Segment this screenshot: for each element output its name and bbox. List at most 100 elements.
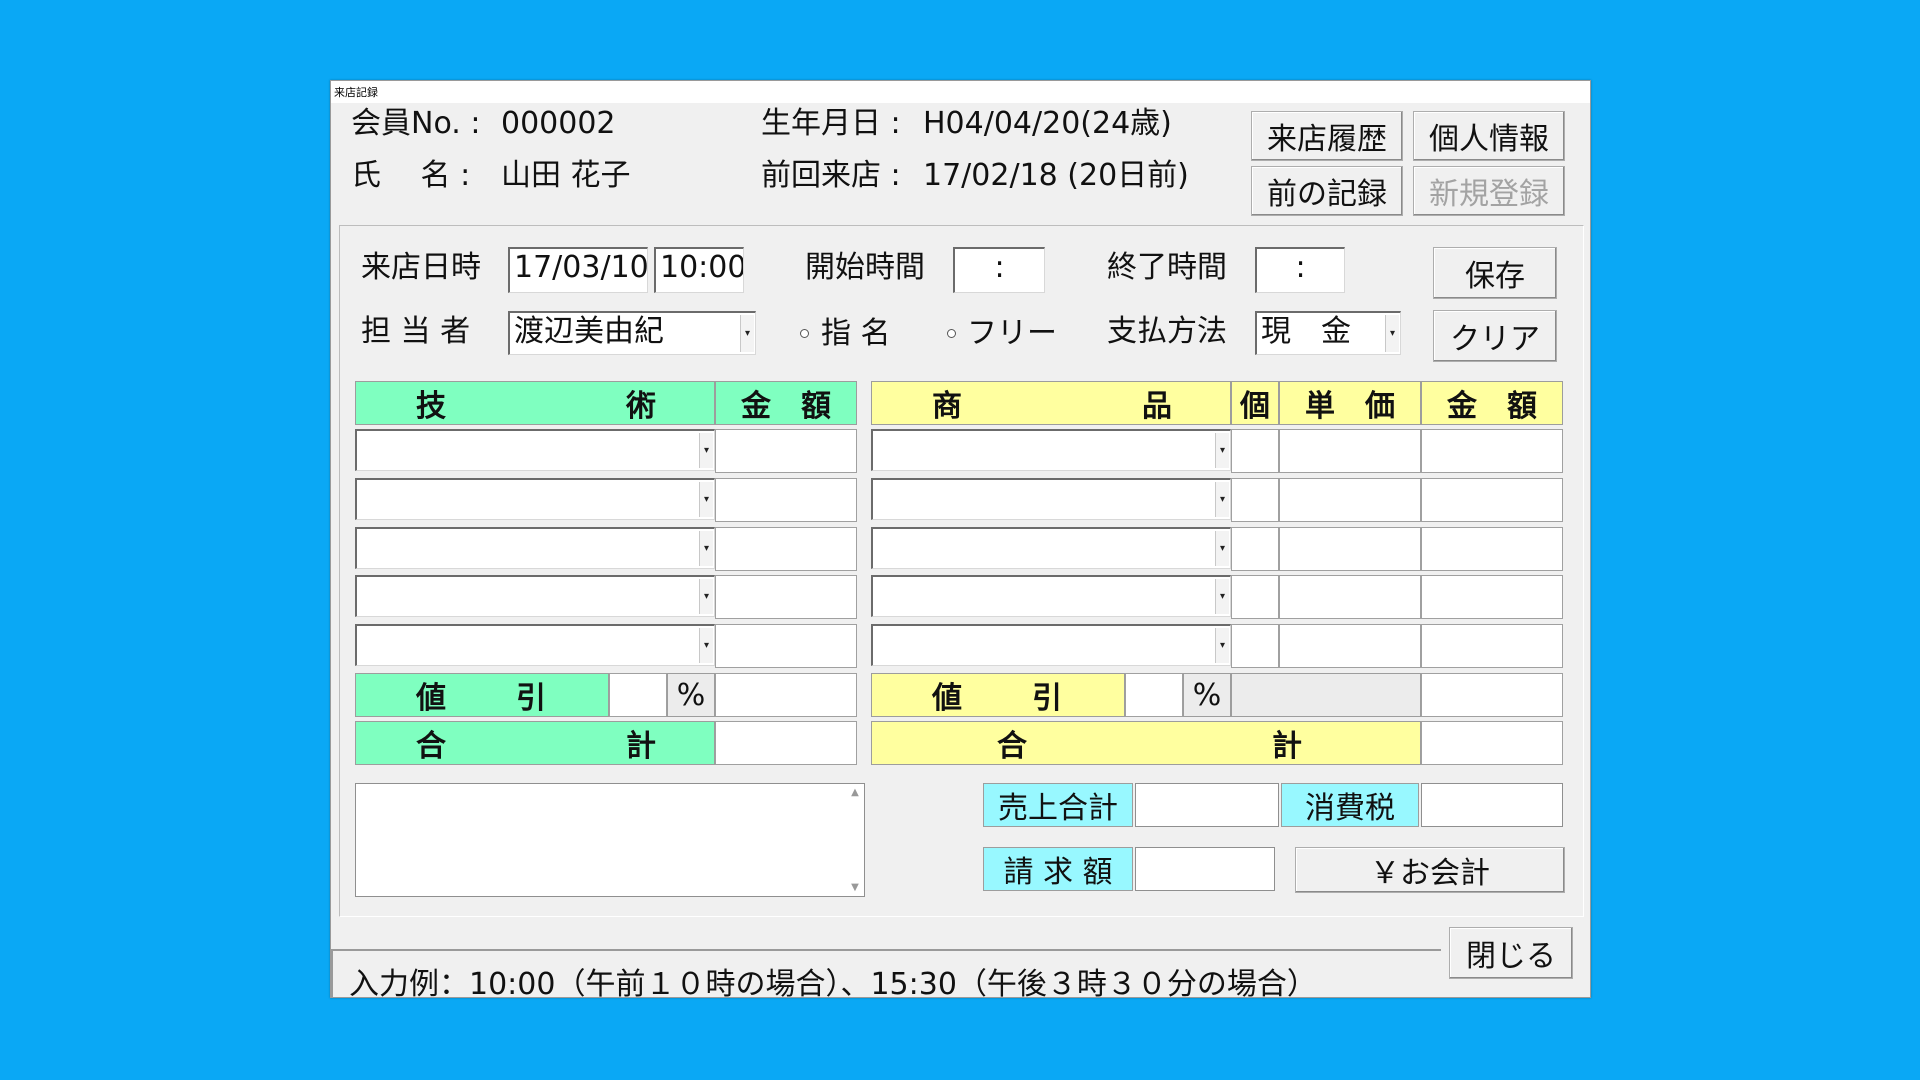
- product-total-label: 合 計: [871, 721, 1421, 765]
- product-header: 商 品: [871, 381, 1231, 425]
- dropdown-arrow-icon[interactable]: ▾: [1215, 628, 1229, 663]
- member-no-value: 000002: [501, 106, 616, 141]
- unit-price-field[interactable]: [1279, 624, 1421, 668]
- close-button[interactable]: 閉じる: [1449, 927, 1573, 979]
- product-discount-amount-field[interactable]: [1421, 673, 1563, 717]
- unit-price-field[interactable]: [1279, 478, 1421, 522]
- tech-amount-field[interactable]: [715, 575, 857, 619]
- tech-amount-field[interactable]: [715, 478, 857, 522]
- tech-discount-amount-field[interactable]: [715, 673, 857, 717]
- tech-combo[interactable]: ▾: [355, 429, 715, 471]
- product-combo[interactable]: ▾: [871, 527, 1231, 569]
- visit-record-window: 来店記録 会員No. : 000002 氏 名 : 山田 花子 生年月日 : H…: [330, 80, 1591, 1002]
- product-discount-label: 値 引: [871, 673, 1125, 717]
- dropdown-arrow-icon[interactable]: ▾: [1215, 531, 1229, 566]
- visit-date-field[interactable]: 17/03/10: [508, 247, 648, 293]
- member-no-label: 会員No. :: [351, 106, 481, 141]
- scroll-up-icon[interactable]: ▲: [851, 787, 859, 798]
- product-combo[interactable]: ▾: [871, 575, 1231, 617]
- product-discount-a: 値: [932, 681, 962, 716]
- payment-method-value: 現 金: [1261, 314, 1351, 349]
- tech-amount-field[interactable]: [715, 527, 857, 571]
- unit-price-field[interactable]: [1279, 527, 1421, 571]
- sales-total-field[interactable]: [1135, 783, 1279, 827]
- tech-discount-b: 引: [516, 681, 546, 716]
- visit-datetime-label: 来店日時: [361, 250, 481, 285]
- product-amount-field[interactable]: [1421, 429, 1563, 473]
- tech-combo[interactable]: ▾: [355, 575, 715, 617]
- dropdown-arrow-icon[interactable]: ▾: [1385, 315, 1399, 352]
- last-visit-label: 前回来店 :: [761, 158, 901, 193]
- product-total-a: 合: [997, 729, 1027, 764]
- product-combo[interactable]: ▾: [871, 478, 1231, 520]
- personal-info-button[interactable]: 個人情報: [1413, 111, 1565, 161]
- qty-field[interactable]: [1231, 429, 1279, 473]
- product-combo[interactable]: ▾: [871, 624, 1231, 666]
- tech-amount-field[interactable]: [715, 624, 857, 668]
- unit-price-field[interactable]: [1279, 575, 1421, 619]
- name-label: 氏 名 :: [351, 158, 471, 193]
- end-time-field[interactable]: :: [1255, 247, 1345, 293]
- product-amount-field[interactable]: [1421, 478, 1563, 522]
- new-register-button[interactable]: 新規登録: [1413, 166, 1565, 216]
- end-time-label: 終了時間: [1107, 250, 1227, 285]
- dropdown-arrow-icon[interactable]: ▾: [699, 579, 713, 614]
- start-time-field[interactable]: :: [953, 247, 1045, 293]
- qty-field[interactable]: [1231, 527, 1279, 571]
- tax-field[interactable]: [1421, 783, 1563, 827]
- memo-textarea[interactable]: ▲ ▼: [355, 783, 865, 897]
- product-discount-percent-field[interactable]: [1125, 673, 1183, 717]
- scroll-down-icon[interactable]: ▼: [851, 882, 859, 893]
- tech-total-b: 計: [626, 729, 656, 764]
- qty-field[interactable]: [1231, 575, 1279, 619]
- tech-percent-sign: %: [667, 673, 715, 717]
- dropdown-arrow-icon[interactable]: ▾: [740, 315, 754, 352]
- tech-header: 技 術: [355, 381, 715, 425]
- designated-radio[interactable]: [800, 329, 809, 338]
- save-button[interactable]: 保存: [1433, 247, 1557, 299]
- birth-label: 生年月日 :: [761, 106, 901, 141]
- dropdown-arrow-icon[interactable]: ▾: [699, 482, 713, 517]
- unit-price-field[interactable]: [1279, 429, 1421, 473]
- staff-combo[interactable]: 渡辺美由紀 ▾: [508, 311, 756, 355]
- dropdown-arrow-icon[interactable]: ▾: [1215, 579, 1229, 614]
- tech-amount-field[interactable]: [715, 429, 857, 473]
- product-amount-field[interactable]: [1421, 575, 1563, 619]
- start-time-label: 開始時間: [805, 250, 925, 285]
- billing-amount-label: 請 求 額: [983, 847, 1133, 891]
- last-visit-value: 17/02/18 (20日前): [923, 158, 1189, 193]
- dropdown-arrow-icon[interactable]: ▾: [699, 433, 713, 468]
- tech-discount-percent-field[interactable]: [609, 673, 667, 717]
- memo-scrollbar[interactable]: ▲ ▼: [847, 785, 863, 895]
- dropdown-arrow-icon[interactable]: ▾: [1215, 433, 1229, 468]
- tech-amount-header: 金 額: [715, 381, 857, 425]
- product-amount-header: 金 額: [1421, 381, 1563, 425]
- visit-history-button[interactable]: 来店履歴: [1251, 111, 1403, 161]
- clear-button[interactable]: クリア: [1433, 310, 1557, 362]
- dropdown-arrow-icon[interactable]: ▾: [699, 531, 713, 566]
- tech-combo[interactable]: ▾: [355, 624, 715, 666]
- product-total-field[interactable]: [1421, 721, 1563, 765]
- product-combo[interactable]: ▾: [871, 429, 1231, 471]
- tech-total-field[interactable]: [715, 721, 857, 765]
- visit-time-field[interactable]: 10:00: [654, 247, 744, 293]
- product-amount-field[interactable]: [1421, 527, 1563, 571]
- free-radio[interactable]: [947, 329, 956, 338]
- qty-field[interactable]: [1231, 478, 1279, 522]
- billing-amount-field[interactable]: [1135, 847, 1275, 891]
- checkout-button[interactable]: ￥お会計: [1295, 847, 1565, 893]
- designated-radio-label: 指 名: [821, 316, 891, 351]
- tech-discount-a: 値: [416, 681, 446, 716]
- dropdown-arrow-icon[interactable]: ▾: [699, 628, 713, 663]
- tech-combo[interactable]: ▾: [355, 478, 715, 520]
- dropdown-arrow-icon[interactable]: ▾: [1215, 482, 1229, 517]
- product-amount-field[interactable]: [1421, 624, 1563, 668]
- tax-label: 消費税: [1281, 783, 1419, 827]
- tech-combo[interactable]: ▾: [355, 527, 715, 569]
- previous-record-button[interactable]: 前の記録: [1251, 166, 1403, 216]
- payment-method-combo[interactable]: 現 金 ▾: [1255, 311, 1401, 355]
- payment-method-label: 支払方法: [1107, 314, 1227, 349]
- qty-field[interactable]: [1231, 624, 1279, 668]
- product-header-a: 商: [932, 389, 962, 424]
- birth-value: H04/04/20(24歳): [923, 106, 1172, 141]
